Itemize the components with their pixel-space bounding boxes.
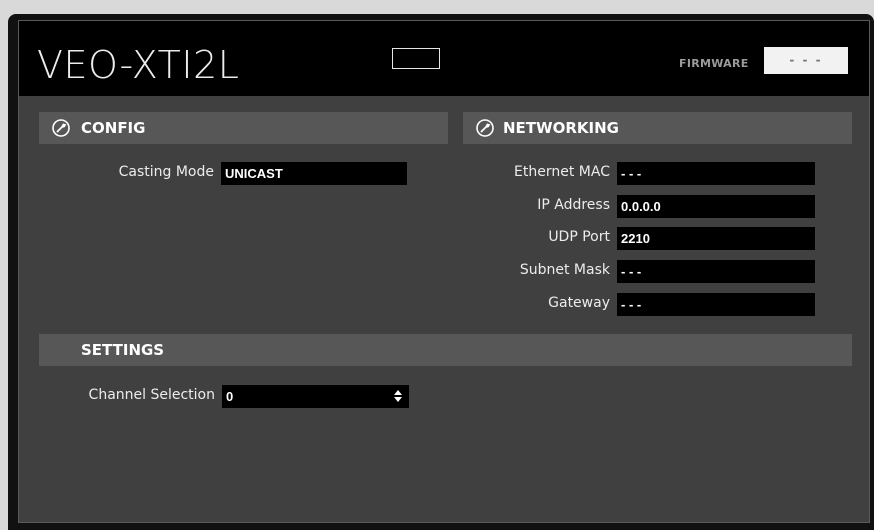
networking-title: NETWORKING [503,119,619,137]
config-title: CONFIG [81,119,146,137]
udp-port-label: UDP Port [548,229,610,245]
ip-address-field[interactable]: 0.0.0.0 [617,195,815,218]
casting-mode-field[interactable]: UNICAST [221,162,407,185]
ethernet-mac-field[interactable]: - - - [617,162,815,185]
channel-selection-dropdown[interactable]: 0 [222,385,409,408]
channel-selection-label: Channel Selection [88,387,215,403]
wrench-icon [476,119,494,137]
up-down-arrow-icon [394,390,402,402]
channel-selection-value: 0 [226,389,234,404]
networking-section-header[interactable]: NETWORKING [463,112,852,144]
wrench-icon [52,119,70,137]
udp-port-field[interactable]: 2210 [617,227,815,250]
ip-address-label: IP Address [537,197,610,213]
subnet-mask-field[interactable]: - - - [617,260,815,283]
panel-header: VEO-XTI2L FIRMWARE - - - [19,21,869,96]
status-indicator [392,48,440,69]
settings-title: SETTINGS [81,341,165,359]
firmware-label: FIRMWARE [679,57,749,70]
casting-mode-label: Casting Mode [118,164,214,180]
firmware-value: - - - [764,47,848,74]
config-section-header[interactable]: CONFIG [39,112,448,144]
device-name: VEO-XTI2L [37,43,240,87]
settings-section-header[interactable]: SETTINGS [39,334,852,366]
gateway-field[interactable]: - - - [617,293,815,316]
subnet-mask-label: Subnet Mask [519,262,610,278]
gateway-label: Gateway [548,295,610,311]
ethernet-mac-label: Ethernet MAC [514,164,610,180]
device-panel: VEO-XTI2L FIRMWARE - - - CONFIG Casting … [18,20,870,523]
